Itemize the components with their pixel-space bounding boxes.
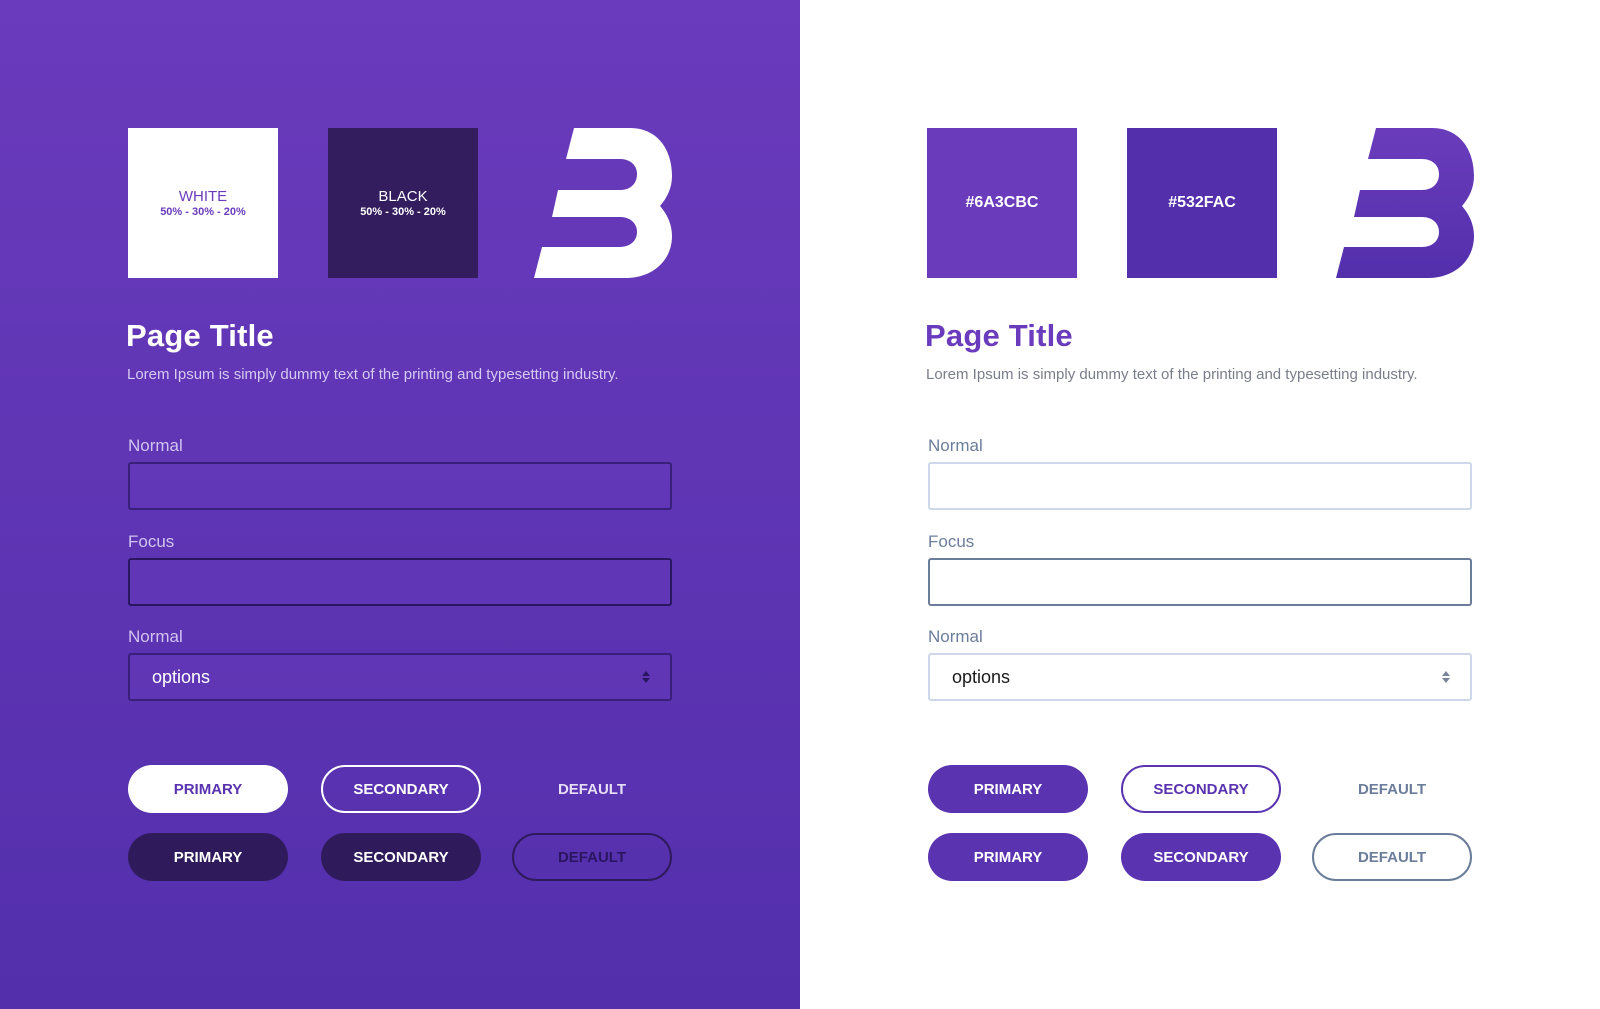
page-title: Page Title (925, 318, 1073, 353)
swatch-hex: #532FAC (1168, 194, 1236, 211)
secondary-button[interactable]: SECONDARY (1121, 765, 1281, 813)
primary-button[interactable]: PRIMARY (928, 765, 1088, 813)
page-description: Lorem Ipsum is simply dummy text of the … (926, 366, 1418, 383)
primary-button-dark[interactable]: PRIMARY (128, 833, 288, 881)
page-title: Page Title (126, 318, 274, 353)
b-logo-icon (534, 128, 672, 278)
normal-input[interactable] (928, 462, 1472, 510)
page-description: Lorem Ipsum is simply dummy text of the … (127, 366, 619, 383)
swatch-deep-purple: #532FAC (1127, 128, 1277, 278)
normal-field-label: Normal (928, 436, 983, 455)
swatch-hex: #6A3CBC (965, 194, 1039, 211)
select-arrows-icon (1442, 671, 1450, 683)
secondary-button[interactable]: SECONDARY (321, 765, 481, 813)
normal-input[interactable] (128, 462, 672, 510)
secondary-button-dark[interactable]: SECONDARY (321, 833, 481, 881)
focus-field-label: Focus (928, 532, 975, 551)
select-field-label: Normal (128, 627, 183, 646)
secondary-button-filled[interactable]: SECONDARY (1121, 833, 1281, 881)
light-theme-panel: #6A3CBC #532FAC Page Title Lorem Ipsum i… (800, 0, 1600, 1009)
swatch-black: BLACK 50% - 30% - 20% (328, 128, 478, 278)
primary-button[interactable]: PRIMARY (128, 765, 288, 813)
primary-button-filled[interactable]: PRIMARY (928, 833, 1088, 881)
swatch-purple: #6A3CBC (927, 128, 1077, 278)
default-button[interactable]: DEFAULT (512, 765, 672, 813)
dark-theme-panel: WHITE 50% - 30% - 20% BLACK 50% - 30% - … (0, 0, 800, 1009)
normal-field-label: Normal (128, 436, 183, 455)
swatch-percent: 50% - 30% - 20% (160, 205, 246, 218)
swatch-name: BLACK (378, 187, 428, 205)
swatch-percent: 50% - 30% - 20% (360, 205, 446, 218)
select-field-label: Normal (928, 627, 983, 646)
swatch-name: WHITE (178, 187, 228, 205)
focus-input[interactable] (128, 558, 672, 606)
options-select[interactable]: options (128, 653, 672, 701)
default-button-outline[interactable]: DEFAULT (512, 833, 672, 881)
select-value: options (952, 666, 1011, 687)
focus-field-label: Focus (128, 532, 175, 551)
default-button[interactable]: DEFAULT (1312, 765, 1472, 813)
options-select[interactable]: options (928, 653, 1472, 701)
default-button-outline[interactable]: DEFAULT (1312, 833, 1472, 881)
swatch-white: WHITE 50% - 30% - 20% (128, 128, 278, 278)
select-arrows-icon (642, 671, 650, 683)
select-value: options (152, 666, 211, 687)
b-logo-icon (1336, 128, 1474, 278)
focus-input[interactable] (928, 558, 1472, 606)
